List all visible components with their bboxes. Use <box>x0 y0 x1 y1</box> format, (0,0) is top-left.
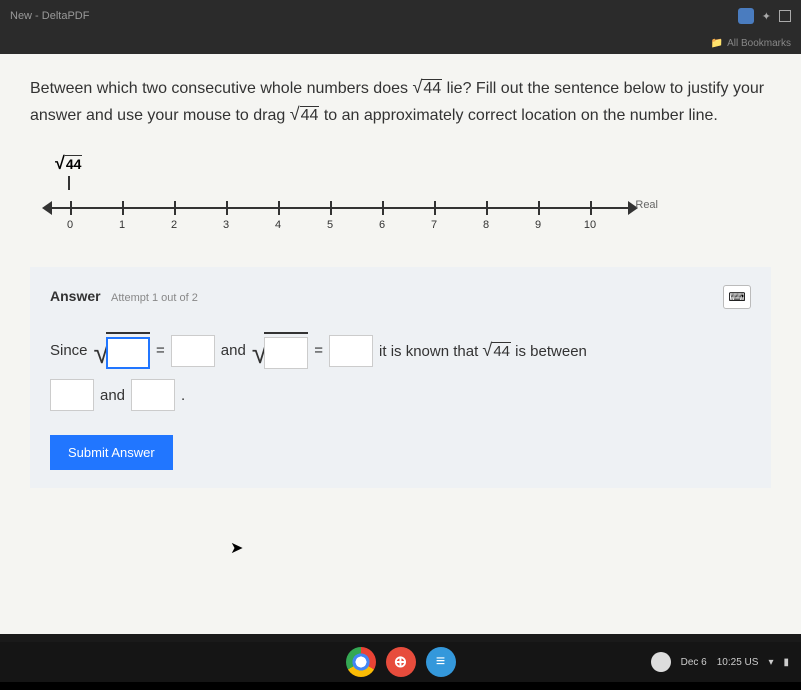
answer-sentence: Since √ = and √ = it is known that √44 i… <box>50 331 751 412</box>
puzzle-icon[interactable]: ✦ <box>762 10 771 23</box>
blank-result-2[interactable] <box>329 335 373 367</box>
tick-label: 5 <box>327 219 333 231</box>
answer-panel: Answer Attempt 1 out of 2 ⌨ Since √ = an… <box>30 267 771 488</box>
sqrt-input-1: √ <box>94 332 150 369</box>
chrome-icon[interactable] <box>346 647 376 677</box>
keypad-button[interactable]: ⌨ <box>723 285 751 309</box>
blank-lower-bound[interactable] <box>50 379 94 411</box>
extension-icon[interactable] <box>738 8 754 24</box>
tick-label: 4 <box>275 219 281 231</box>
sqrt-44: √44 <box>412 74 442 101</box>
tick-label: 1 <box>119 219 125 231</box>
blank-radicand-1[interactable] <box>106 337 150 369</box>
tick-label: 3 <box>223 219 229 231</box>
app-icon-red[interactable]: ⊕ <box>386 647 416 677</box>
taskbar-time[interactable]: 10:25 US <box>717 657 759 668</box>
app-icon-blue[interactable]: ≡ <box>426 647 456 677</box>
tick-label: 6 <box>379 219 385 231</box>
keypad-icon: ⌨ <box>728 290 745 304</box>
tick-label: 9 <box>535 219 541 231</box>
answer-heading: Answer <box>50 288 101 304</box>
numberline-axis[interactable]: 0 1 2 3 4 5 6 7 8 9 10 Real <box>50 197 630 237</box>
wifi-icon[interactable]: ▾ <box>768 657 773 668</box>
status-circle-icon[interactable] <box>651 652 671 672</box>
main-content: Between which two consecutive whole numb… <box>0 54 801 634</box>
window-icon[interactable] <box>779 10 791 22</box>
browser-tab-bar: New - DeltaPDF ✦ <box>0 0 801 32</box>
bookmark-bar: 📁 All Bookmarks <box>0 32 801 54</box>
axis-end-label: Real <box>635 199 658 211</box>
tick-label: 7 <box>431 219 437 231</box>
tick-label: 10 <box>584 219 596 231</box>
battery-icon[interactable]: ▮ <box>783 657 789 668</box>
blank-result-1[interactable] <box>171 335 215 367</box>
bookmarks-link[interactable]: All Bookmarks <box>727 38 791 49</box>
sqrt-input-2: √ <box>252 332 308 369</box>
tick-label: 0 <box>67 219 73 231</box>
tab-title[interactable]: New - DeltaPDF <box>10 10 89 22</box>
blank-radicand-2[interactable] <box>264 337 308 369</box>
numberline-widget[interactable]: √44 0 1 2 3 4 5 6 7 8 9 10 Real <box>50 153 771 237</box>
sqrt-44: √44 <box>482 331 511 371</box>
attempt-counter: Attempt 1 out of 2 <box>111 292 198 304</box>
submit-button[interactable]: Submit Answer <box>50 435 173 470</box>
folder-icon[interactable]: 📁 <box>711 38 723 49</box>
blank-upper-bound[interactable] <box>131 379 175 411</box>
question-text: Between which two consecutive whole numb… <box>30 74 771 128</box>
taskbar[interactable]: ⊕ ≡ Dec 6 10:25 US ▾ ▮ <box>0 642 801 682</box>
tick-label: 2 <box>171 219 177 231</box>
taskbar-date[interactable]: Dec 6 <box>681 657 707 668</box>
sqrt-44: √44 <box>290 101 320 128</box>
tick-label: 8 <box>483 219 489 231</box>
drag-handle-sqrt44[interactable]: √44 <box>55 153 82 190</box>
